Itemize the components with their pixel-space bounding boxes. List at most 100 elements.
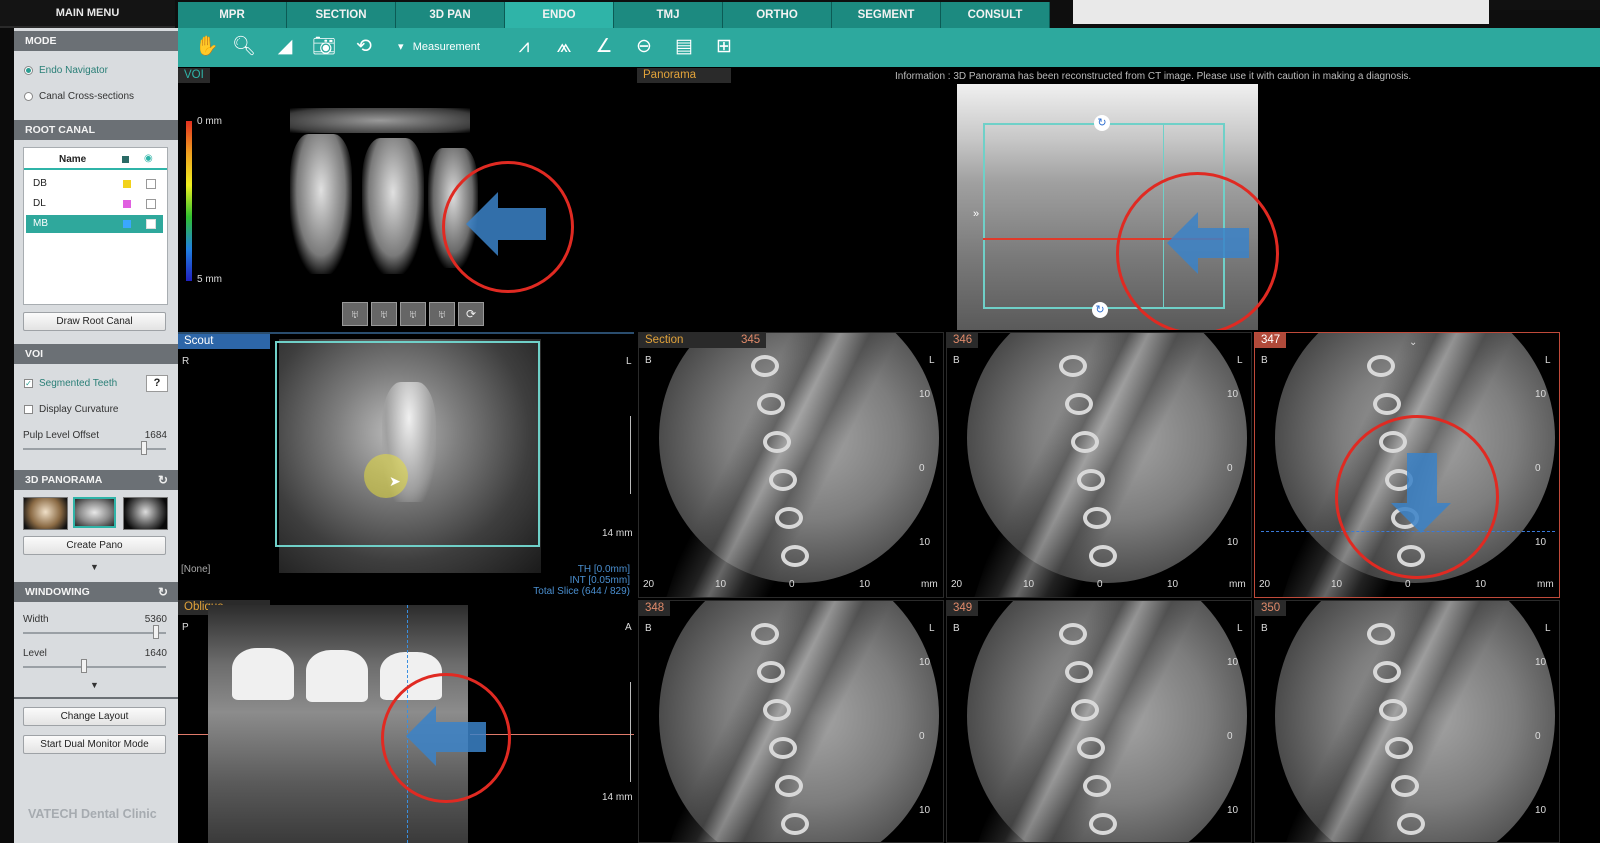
width-label: Width xyxy=(23,614,49,625)
width-slider[interactable] xyxy=(23,625,166,639)
col-name: Name xyxy=(59,154,87,165)
canal-ring xyxy=(1083,507,1111,529)
expand-chevron-icon[interactable]: » xyxy=(973,208,979,220)
mode-header: MODE xyxy=(14,31,178,51)
refresh-icon[interactable]: ↻ xyxy=(158,470,168,490)
orientation-l: L xyxy=(1237,355,1243,366)
rotate-handle-icon[interactable]: ↻ xyxy=(1094,115,1110,131)
row-color-swatch xyxy=(123,200,131,208)
skull-xray-thumbnail[interactable] xyxy=(123,497,168,530)
orientation-a: A xyxy=(625,622,632,633)
refresh-icon[interactable]: ↻ xyxy=(158,582,168,602)
section-slice-viewport[interactable]: Section 345 B L 10 0 10 20 10 0 10 mm xyxy=(638,332,944,598)
row-visibility-checkbox[interactable] xyxy=(146,219,156,229)
slider-handle[interactable] xyxy=(80,659,87,673)
panorama-viewport[interactable]: Panorama Information : 3D Panorama has b… xyxy=(637,68,1600,330)
ruler-angle-icon[interactable]: ∠ xyxy=(592,35,616,59)
section-slice-viewport[interactable]: 346 B L 10 0 10 20 10 0 10 mm xyxy=(946,332,1252,598)
angle-measure-icon[interactable]: ⩘ xyxy=(512,35,536,59)
tab-consult[interactable]: CONSULT xyxy=(941,2,1050,28)
pan-hand-icon[interactable]: ✋ xyxy=(195,35,219,59)
view-orientation-buttons: ♅ ♅ ♅ ♅ ⟳ xyxy=(342,302,484,326)
tooth-back-icon[interactable]: ♅ xyxy=(400,302,426,326)
voi-viewport[interactable]: VOI 0 mm 5 mm ♅ ♅ ♅ ♅ ⟳ xyxy=(178,68,634,330)
expand-arrow-icon[interactable]: ▼ xyxy=(90,680,99,690)
level-value: 1640 xyxy=(144,648,167,659)
tooth-top-icon[interactable]: ♅ xyxy=(429,302,455,326)
slider-handle[interactable] xyxy=(153,625,160,639)
tab-ortho[interactable]: ORTHO xyxy=(723,2,832,28)
create-pano-button[interactable]: Create Pano xyxy=(23,536,166,555)
draw-root-canal-button[interactable]: Draw Root Canal xyxy=(23,312,166,331)
level-slider[interactable] xyxy=(23,659,166,673)
rotate-handle-icon[interactable]: ↻ xyxy=(1092,302,1108,318)
tooth-front-icon[interactable]: ♅ xyxy=(342,302,368,326)
contrast-icon[interactable]: ◢ xyxy=(273,35,297,59)
tab-section[interactable]: SECTION xyxy=(287,2,396,28)
orientation-l: L xyxy=(929,623,935,634)
histogram-icon[interactable]: ▤ xyxy=(672,35,696,59)
rotate-icon[interactable]: ⟳ xyxy=(458,302,484,326)
main-menu-button[interactable]: MAIN MENU xyxy=(0,0,175,28)
camera-icon[interactable]: 📷︎ xyxy=(312,35,336,59)
canal-ring xyxy=(1059,355,1087,377)
multi-angle-icon[interactable]: ⩕ xyxy=(552,35,576,59)
scout-viewport[interactable]: Scout R L ➤ 14 mm [None] TH [0.0mm] INT … xyxy=(178,332,634,598)
x-tick-label: 20 xyxy=(1259,579,1271,590)
section-slice-viewport[interactable]: 349 B L 10 0 10 xyxy=(946,600,1252,843)
x-tick-label: 0 xyxy=(1405,579,1411,590)
table-header: Name ◉ xyxy=(24,153,167,170)
tooth-side-icon[interactable]: ♅ xyxy=(371,302,397,326)
orientation-l: L xyxy=(929,355,935,366)
slice-number: 350 xyxy=(1255,601,1287,616)
y-tick-label: 0 xyxy=(1535,731,1541,742)
measurement-dropdown[interactable]: ▾ Measurement xyxy=(398,36,480,58)
oblique-reference-line xyxy=(178,734,208,735)
canal-ring xyxy=(751,355,779,377)
display-curvature-checkbox[interactable]: Display Curvature xyxy=(24,404,118,415)
help-button[interactable]: ? xyxy=(146,375,168,392)
window-controls[interactable] xyxy=(1490,0,1600,10)
reset-icon[interactable]: ⟲ xyxy=(352,35,376,59)
x-tick-label: mm xyxy=(1229,579,1246,590)
x-tick-label: 0 xyxy=(1097,579,1103,590)
scout-roi-box[interactable] xyxy=(275,341,540,547)
color-col-icon xyxy=(122,156,129,163)
segmented-teeth-checkbox[interactable]: ✓ Segmented Teeth xyxy=(24,378,117,389)
tab-mpr[interactable]: MPR xyxy=(178,2,287,28)
canal-ring xyxy=(1367,355,1395,377)
section-slice-viewport[interactable]: 350 B L 10 0 10 xyxy=(1254,600,1560,843)
root-canal-header: ROOT CANAL xyxy=(14,120,178,140)
start-dual-monitor-button[interactable]: Start Dual Monitor Mode xyxy=(23,735,166,754)
table-row-selected[interactable]: MB xyxy=(26,215,163,233)
table-row[interactable]: DB xyxy=(26,176,163,192)
orientation-l: L xyxy=(1237,623,1243,634)
tab-segment[interactable]: SEGMENT xyxy=(832,2,941,28)
canal-ring xyxy=(1077,469,1105,491)
row-visibility-checkbox[interactable] xyxy=(146,199,156,209)
tab-endo[interactable]: ENDO xyxy=(505,2,614,28)
skull-color-thumbnail[interactable] xyxy=(23,497,68,530)
change-layout-button[interactable]: Change Layout xyxy=(23,707,166,726)
profile-icon[interactable]: ⊖ xyxy=(632,35,656,59)
layout-icon[interactable]: ⊞ xyxy=(712,35,736,59)
table-row[interactable]: DL xyxy=(26,196,163,212)
radio-canal-cross-sections[interactable]: Canal Cross-sections xyxy=(24,91,134,102)
orientation-l: L xyxy=(1545,623,1551,634)
canal-ring xyxy=(1397,813,1425,835)
section-slice-viewport[interactable]: 347 B L 10 0 10 20 10 0 10 mm ⌄ xyxy=(1254,332,1560,598)
tab-3d-pan[interactable]: 3D PAN xyxy=(396,2,505,28)
collapse-chevron-icon[interactable]: ⌄ xyxy=(1409,337,1417,348)
radio-endo-navigator[interactable]: Endo Navigator xyxy=(24,65,108,76)
oblique-viewport[interactable]: Oblique P A 14 mm xyxy=(178,600,634,843)
pulp-level-slider[interactable] xyxy=(23,441,166,455)
tab-tmj[interactable]: TMJ xyxy=(614,2,723,28)
canal-ring xyxy=(775,775,803,797)
row-visibility-checkbox[interactable] xyxy=(146,179,156,189)
jaw-gray-thumbnail[interactable] xyxy=(73,497,116,528)
slider-handle[interactable] xyxy=(140,441,147,455)
expand-arrow-icon[interactable]: ▼ xyxy=(90,562,99,572)
visibility-col-icon: ◉ xyxy=(144,153,153,164)
section-slice-viewport[interactable]: 348 B L 10 0 10 xyxy=(638,600,944,843)
zoom-icon[interactable]: 🔍︎ xyxy=(232,35,256,59)
